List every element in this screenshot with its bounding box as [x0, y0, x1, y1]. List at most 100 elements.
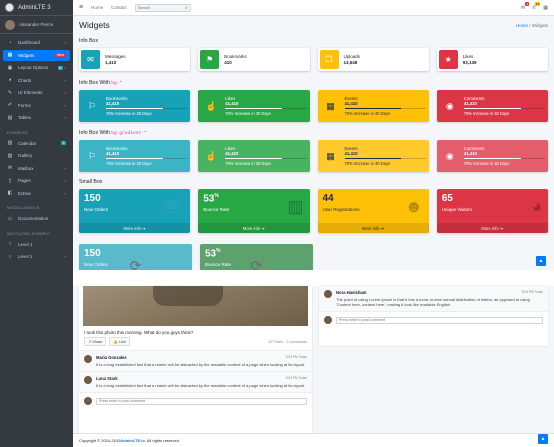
- brand-logo: [5, 3, 14, 12]
- post-actions: ↗ Share 👍 Like 127 likes - 3 comments: [84, 337, 307, 346]
- progress-description: 70% Increase in 30 Days: [225, 111, 271, 117]
- small-box-value: 65: [442, 193, 543, 204]
- sidebar-item-dashboard[interactable]: ◔ Dashboard ‹: [3, 37, 70, 48]
- messages-icon[interactable]: ✉ 3: [521, 1, 530, 11]
- forms-icon: ✐: [7, 102, 13, 108]
- section-title-code: bg-gradient-*: [111, 131, 147, 136]
- share-button[interactable]: ↗ Share: [84, 337, 107, 346]
- info-box-label: Bookmarks: [224, 54, 247, 59]
- user-panel[interactable]: Alexander Pierce: [0, 16, 73, 34]
- sidebar-item-level-1[interactable]: ○ Level 1: [3, 239, 70, 250]
- info-box-number: 41,410: [463, 150, 477, 156]
- small-box-number: 53: [205, 248, 217, 260]
- info-box-content: Bookmarks 41,410 70% Increase in 30 Days: [102, 146, 188, 166]
- chevron-left-icon[interactable]: ‹: [65, 65, 66, 70]
- comment-item: Nora Havisham 8:03 PM Today The point of…: [319, 286, 548, 313]
- info-box-content: Bookmarks 41,410 70% Increase in 30 Days: [102, 96, 188, 116]
- sidebar-item-ui-elements[interactable]: ✎ UI Elements ‹: [3, 87, 70, 98]
- scroll-top-button[interactable]: ▲: [536, 256, 546, 266]
- sidebar-item-forms[interactable]: ✐ Forms ‹: [3, 100, 70, 111]
- calendar-icon: ▦: [326, 100, 335, 111]
- more-info-link[interactable]: More info ➔: [317, 223, 429, 233]
- avatar: [84, 376, 92, 385]
- comment-item: Maria Gonzales 8:03 PM Today It is a long …: [79, 351, 312, 373]
- sidebar-item-label: Extras: [18, 190, 31, 196]
- progress-bar-track: [106, 157, 188, 160]
- sidebar-item-extras[interactable]: ◧ Extras ‹: [3, 188, 70, 199]
- page-title: Widgets: [79, 20, 110, 30]
- nav-link-contact[interactable]: Contact: [111, 5, 127, 10]
- footer-brand-link[interactable]: AdminLTE.io: [120, 438, 144, 443]
- sidebar-item-pages[interactable]: ▯ Pages ‹: [3, 175, 70, 186]
- comment-form: [79, 393, 312, 409]
- info-box: ✉ Messages 1,410: [79, 48, 191, 71]
- sidebar-item-label: Forms: [18, 102, 31, 108]
- chevron-left-icon[interactable]: ‹: [65, 40, 66, 45]
- info-box-number: 41,410: [106, 100, 120, 106]
- menu-toggle-icon[interactable]: ≡: [79, 4, 83, 11]
- avatar: [84, 355, 92, 363]
- small-box-inner: 150 New Orders 🛒: [79, 189, 190, 223]
- search-input[interactable]: [137, 5, 186, 10]
- apps-icon[interactable]: ▦: [543, 5, 548, 11]
- sidebar-item-calendar[interactable]: ▥ Calendar 2: [3, 138, 70, 149]
- more-info-link[interactable]: More info ➔: [79, 223, 191, 233]
- sidebar-item-tables[interactable]: ▤ Tables ‹: [3, 112, 70, 123]
- brand-link[interactable]: AdminLTE 3: [0, 0, 73, 16]
- search-icon[interactable]: ⌕: [185, 5, 188, 10]
- more-info-link[interactable]: More info ➔: [436, 223, 548, 233]
- info-box-filled: ☝ Likes 41,410 70% Increase in 30 Days: [198, 90, 310, 122]
- avatar: [5, 19, 15, 30]
- social-post-card: I took this photo this morning. What do …: [79, 286, 312, 434]
- like-button[interactable]: 👍 Like: [109, 337, 131, 346]
- sidebar-item-charts[interactable]: ◕ Charts ‹: [3, 75, 70, 86]
- chevron-left-icon[interactable]: ‹: [65, 115, 66, 120]
- comment-text: It is a long established fact that a rea…: [96, 362, 306, 367]
- sidebar-item-label: UI Elements: [18, 90, 43, 95]
- sidebar-item-level-1[interactable]: ○ Level 1 ‹: [3, 251, 70, 262]
- lower-content: I took this photo this morning. What do …: [73, 286, 554, 447]
- scroll-top-button-2[interactable]: ▲: [538, 434, 548, 444]
- info-box-content: Likes 93,139: [463, 54, 477, 65]
- pages-icon: ▯: [8, 177, 12, 184]
- sidebar-item-gallery[interactable]: ▨ Gallery: [3, 150, 70, 161]
- comment-input[interactable]: [96, 397, 307, 405]
- progress-bar-track: [344, 157, 426, 160]
- info-box-filled: ▦ Events 41,410 70% Increase in 30 Days: [317, 140, 429, 172]
- chevron-left-icon[interactable]: ‹: [65, 166, 66, 171]
- thumbs-up-icon: ☝: [205, 150, 217, 161]
- nav-link-home[interactable]: Home: [91, 5, 103, 10]
- sidebar-item-mailbox[interactable]: ✉ Mailbox ‹: [3, 163, 70, 174]
- info-box-row: ✉ Messages 1,410 ⚑ Bookmarks 410 ❐ Uploads 13,64…: [79, 48, 548, 71]
- sidebar-item-documentation[interactable]: ▭ Documentation: [3, 213, 70, 224]
- breadcrumb-home[interactable]: Home: [516, 23, 528, 28]
- notifications-badge: 15: [534, 1, 541, 6]
- chevron-left-icon[interactable]: ‹: [65, 78, 66, 83]
- chevron-left-icon[interactable]: ‹: [65, 178, 66, 183]
- sidebar-item-label: Gallery: [18, 153, 33, 158]
- user-name[interactable]: Alexander Pierce: [19, 22, 53, 27]
- comment-input[interactable]: [336, 316, 543, 324]
- more-info-link[interactable]: More info ➔: [198, 223, 310, 233]
- chevron-left-icon[interactable]: ‹: [65, 254, 66, 259]
- bookmark-icon: ⚐: [87, 150, 97, 161]
- notifications-icon[interactable]: ✆ 15: [532, 1, 541, 11]
- sidebar-item-widgets[interactable]: ▦ Widgets New: [3, 49, 70, 61]
- thumbs-up-icon: ☝: [205, 100, 217, 111]
- footer-copyright: Copyright © 2014-2019: [79, 438, 121, 443]
- info-box-content: Events 41,410 70% Increase in 30 Days: [341, 96, 426, 116]
- sidebar-item-label: Tables: [18, 115, 32, 120]
- navbar-right: ✉ 3 ✆ 15 ▦: [521, 1, 548, 11]
- progress-bar-fill: [344, 157, 402, 160]
- avatar: [324, 316, 332, 325]
- info-box-gradient-row: ⚐ Bookmarks 41,410 70% Increase in 30 Days ☝…: [79, 140, 548, 172]
- chevron-left-icon[interactable]: ‹: [65, 90, 66, 95]
- sidebar-item-layout-options[interactable]: ▣ Layout Options 6 ‹: [3, 62, 70, 73]
- info-box-number: 41,410: [225, 100, 239, 106]
- copy-icon: ❐: [319, 50, 339, 69]
- section-title-code: bg-*: [111, 81, 123, 86]
- avatar: [324, 290, 332, 298]
- chevron-left-icon[interactable]: ‹: [65, 103, 66, 108]
- messages-badge: 3: [525, 1, 530, 6]
- chevron-left-icon[interactable]: ‹: [65, 191, 66, 196]
